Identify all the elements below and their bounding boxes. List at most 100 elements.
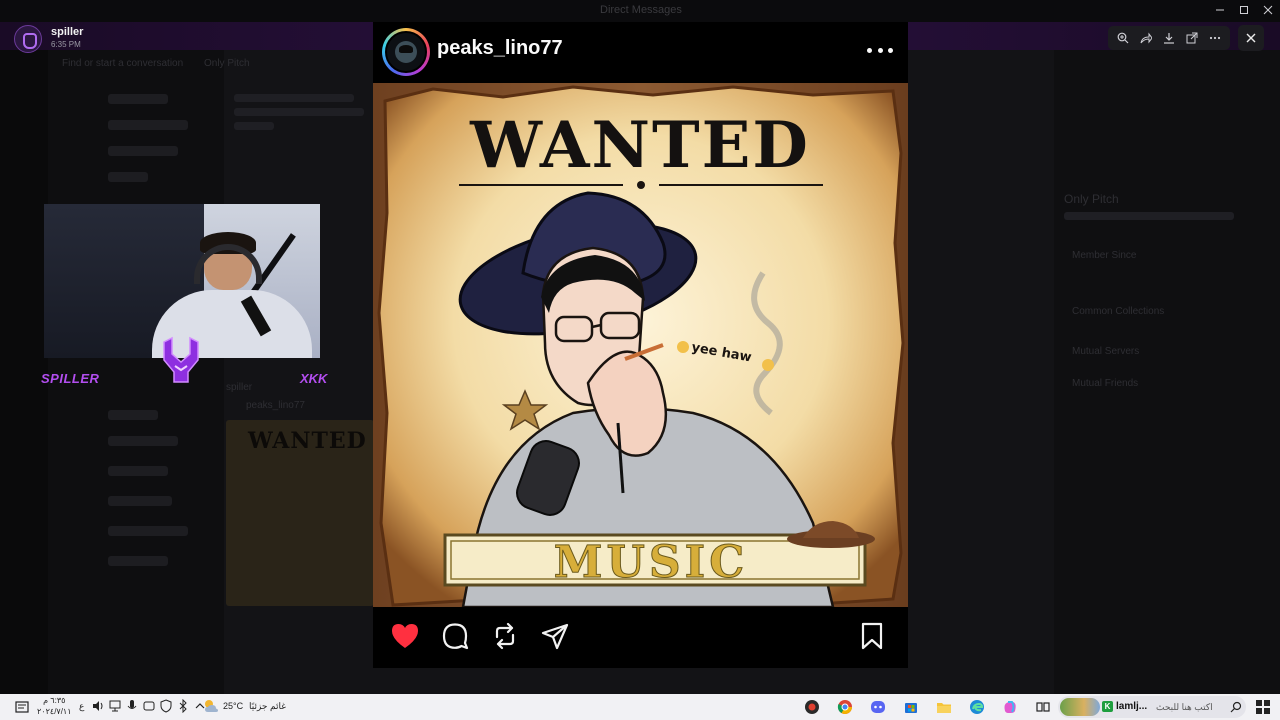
sidebar-line: [108, 496, 172, 506]
open-external-button[interactable]: [1183, 29, 1201, 47]
notification-icon[interactable]: [15, 700, 29, 714]
close-window-icon[interactable]: [1263, 5, 1273, 15]
more-dot-icon: [867, 47, 872, 53]
avatar-image: [385, 31, 427, 73]
search-input[interactable]: Find or start a conversation: [62, 58, 183, 69]
post-avatar[interactable]: [382, 28, 430, 76]
chat-line: [234, 122, 274, 130]
volume-icon[interactable]: [92, 699, 104, 713]
viewer-close-button[interactable]: [1238, 25, 1264, 51]
chat-reply-username: peaks_lino77: [246, 400, 305, 411]
minimize-icon[interactable]: [1215, 5, 1225, 15]
search-highlight-image: [1060, 698, 1100, 716]
clock[interactable]: ٦:٣٥ م ٢٠٢٤/٧/١١: [37, 695, 72, 717]
share-button[interactable]: [1137, 29, 1155, 47]
stream-avatar: [14, 25, 42, 53]
sidebar-line: [108, 556, 168, 566]
sidebar-line: [108, 146, 178, 156]
store-icon: [905, 703, 917, 713]
app-titlebar: Direct Messages: [0, 0, 1280, 22]
search-icon: [1230, 701, 1242, 713]
app-tray-icon[interactable]: [143, 699, 155, 713]
webcam-label-left: SPILLER: [41, 371, 100, 386]
comment-button[interactable]: [438, 619, 472, 653]
repost-button[interactable]: [488, 619, 522, 653]
download-button[interactable]: [1160, 29, 1178, 47]
app-title: Direct Messages: [600, 4, 682, 16]
maximize-icon[interactable]: [1239, 5, 1249, 15]
clock-time: ٦:٣٥ م: [43, 696, 66, 705]
profile-section[interactable]: Mutual Servers: [1072, 346, 1139, 357]
network-icon[interactable]: [109, 699, 121, 713]
share-post-button[interactable]: [538, 619, 572, 653]
windows-logo-icon: [1256, 708, 1262, 714]
profile-section[interactable]: Mutual Friends: [1072, 378, 1138, 389]
bluetooth-icon[interactable]: [177, 699, 189, 713]
microphone-icon[interactable]: [126, 699, 138, 713]
taskbar-app[interactable]: [800, 696, 824, 718]
share-icon: [1140, 32, 1153, 44]
stream-time: 6:35 PM: [51, 40, 81, 49]
taskbar-app[interactable]: [965, 696, 989, 718]
poster-footer: MUSIC: [554, 537, 748, 588]
post-username[interactable]: peaks_lino77: [437, 37, 563, 60]
more-options-button[interactable]: [1206, 29, 1224, 47]
heart-icon: [392, 624, 418, 648]
chrome-icon: [837, 700, 852, 714]
shield-icon[interactable]: [160, 699, 172, 713]
header-user: Only Pitch: [204, 58, 250, 69]
screen: Direct Messages Find or start a conversa…: [0, 0, 1280, 720]
clock-date: ٢٠٢٤/٧/١١: [37, 707, 72, 716]
profile-name: Only Pitch: [1064, 192, 1119, 206]
thumbnail-text: WANTED: [248, 428, 367, 454]
save-button[interactable]: [855, 619, 889, 653]
file-explorer-icon: [937, 703, 951, 713]
taskbar-app[interactable]: [866, 696, 890, 718]
zoom-in-button[interactable]: [1114, 29, 1132, 47]
search-placeholder: اكتب هنا للبحث: [1156, 702, 1213, 712]
bookmark-icon: [861, 622, 883, 650]
taskbar: ٦:٣٥ م ٢٠٢٤/٧/١١ ع 25°C غائم جزئيًا K la…: [0, 694, 1280, 720]
weather-temperature[interactable]: 25°C: [223, 701, 243, 711]
chat-image-thumbnail[interactable]: WANTED: [226, 420, 374, 606]
taskbar-app[interactable]: [833, 696, 857, 718]
copilot-icon: [1004, 701, 1016, 713]
windows-logo-icon: [1264, 708, 1270, 714]
stream-channel-name: spiller: [51, 26, 84, 38]
streamer-logo-icon: [163, 336, 199, 383]
task-view-icon: [1036, 702, 1050, 712]
zoom-in-icon: [1117, 32, 1129, 44]
weather-icon[interactable]: [203, 698, 219, 714]
taskbar-app[interactable]: [932, 696, 956, 718]
webcam-feed: [44, 204, 320, 358]
taskbar-search[interactable]: K lamlj... اكتب هنا للبحث: [1058, 696, 1246, 718]
post-actions: [373, 607, 908, 668]
download-icon: [1163, 33, 1174, 44]
like-button[interactable]: [388, 619, 422, 653]
sidebar-line: [108, 120, 188, 130]
app-red-icon: [805, 700, 819, 714]
sidebar-line: [108, 410, 158, 420]
post-more-button[interactable]: [867, 40, 893, 60]
discord-icon: [871, 701, 885, 713]
repost-icon: [495, 622, 515, 650]
profile-section[interactable]: Common Collections: [1072, 306, 1164, 317]
taskbar-app[interactable]: [998, 696, 1022, 718]
more-dot-icon: [877, 47, 883, 53]
post-image[interactable]: WANTED yee haw MUSIC: [373, 83, 908, 607]
instagram-post: peaks_lino77 WANTED yee haw MUSIC: [373, 22, 908, 668]
language-indicator[interactable]: ع: [79, 701, 84, 712]
post-header: peaks_lino77: [373, 22, 908, 83]
open-external-icon: [1186, 32, 1198, 44]
window-controls: [1208, 2, 1280, 18]
edge-icon: [970, 700, 984, 714]
taskbar-app[interactable]: [899, 696, 923, 718]
search-badge-icon: K: [1102, 701, 1113, 712]
taskbar-app[interactable]: [1031, 696, 1055, 718]
chat-username: spiller: [226, 382, 253, 393]
start-button[interactable]: [1256, 700, 1270, 714]
weather-description[interactable]: غائم جزئيًا: [249, 701, 286, 712]
headline-ornament: [637, 181, 645, 189]
close-icon: [1246, 33, 1256, 43]
profile-section: Member Since: [1072, 250, 1137, 261]
